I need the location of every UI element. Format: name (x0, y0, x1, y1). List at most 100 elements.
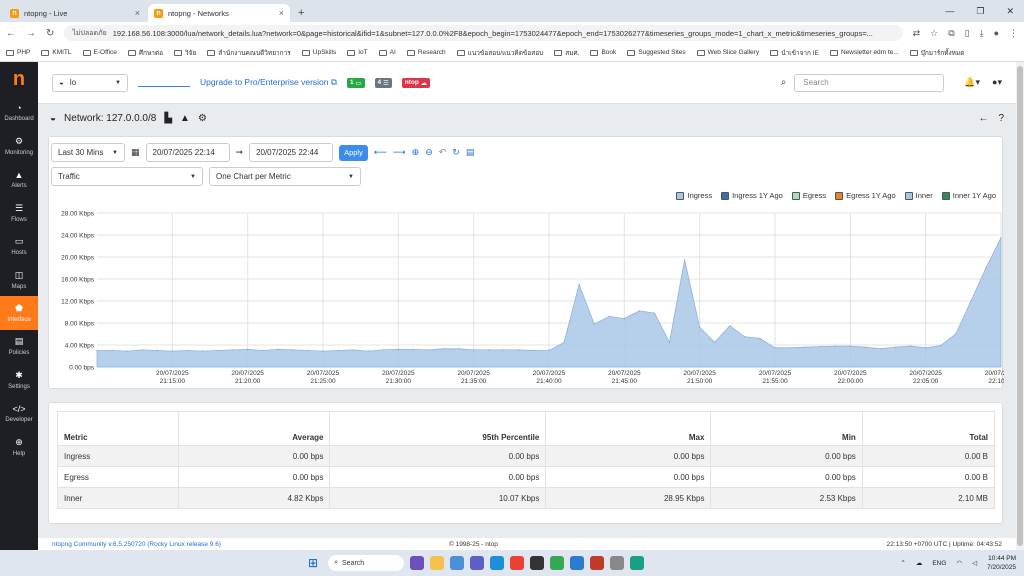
back-arrow-icon[interactable]: ← (978, 113, 988, 124)
download-icon[interactable]: ⤓ (980, 28, 984, 39)
url-input[interactable]: ไม่ปลอดภัย 192.168.56.108:3000/lua/netwo… (64, 25, 903, 41)
download-file-icon[interactable]: ▤ (466, 147, 475, 158)
wifi-icon[interactable]: ◠ (956, 559, 962, 567)
bookmark-item[interactable]: บุ๊กมาร์กทั้งหมด (909, 48, 964, 58)
page-scrollbar[interactable] (1016, 62, 1024, 550)
bookmark-item[interactable]: วิจัย (174, 48, 196, 58)
upgrade-link[interactable]: Upgrade to Pro/Enterprise version ⧉ (200, 77, 337, 88)
app-icon[interactable] (610, 556, 625, 570)
bookmark-item[interactable]: KMITL (41, 49, 72, 56)
teams-icon[interactable] (470, 556, 485, 570)
traffic-chart[interactable]: 0.00 bps 4.00 Kbps 8.00 Kbps 12.00 Kbps 16.0… (49, 201, 1004, 389)
new-tab-icon[interactable]: + (298, 7, 304, 19)
bookmark-item[interactable]: นำเข้าจาก IE (770, 48, 819, 58)
not-secure-label[interactable]: ไม่ปลอดภัย (72, 28, 106, 39)
undo-icon[interactable]: ↶ (439, 147, 447, 158)
app-icon[interactable] (630, 556, 645, 570)
search-input[interactable]: Search (794, 73, 945, 92)
language-indicator[interactable]: ENG (932, 560, 946, 567)
ntop-cloud-badge[interactable]: ntop ☁ (401, 77, 431, 88)
sidebar-item-policies[interactable]: ▤ Policies (0, 330, 38, 363)
bookmark-item[interactable]: UpSkills (301, 49, 336, 56)
bookmark-item[interactable]: Newsletter edm te... (829, 49, 899, 56)
maximize-icon[interactable]: ❐ (976, 6, 984, 17)
minimize-icon[interactable]: — (945, 6, 954, 17)
sidebar-item-hosts[interactable]: ▭ Hosts (0, 230, 38, 263)
clock[interactable]: 10:44 PM 7/20/2025 (987, 554, 1016, 572)
chart-mode-select[interactable]: One Chart per Metric ▼ (209, 167, 361, 186)
volume-icon[interactable]: ◁ (972, 559, 977, 567)
shift-left-icon[interactable]: ⟵ (374, 147, 387, 158)
translate-icon[interactable]: ⇄ (913, 28, 921, 39)
reload-icon[interactable]: ↻ (46, 28, 54, 39)
calendar-icon[interactable]: ▦ (131, 147, 140, 158)
bookmark-item[interactable]: ศึกษาต่อ (127, 48, 163, 58)
app-icon[interactable] (590, 556, 605, 570)
profile-icon[interactable]: ● (994, 28, 999, 39)
app-icon[interactable] (550, 556, 565, 570)
time-range-select[interactable]: Last 30 Mins ▼ (51, 143, 125, 162)
legend-item[interactable]: Ingress (676, 191, 712, 200)
bookmark-item[interactable]: สมศ. (554, 48, 579, 58)
browser-tab-networks[interactable]: n ntopng - Networks × (148, 4, 290, 22)
hosts-badge[interactable]: 1 ▭ (346, 77, 365, 88)
date-end-input[interactable]: 20/07/2025 22:44 (249, 143, 334, 162)
search-icon[interactable]: ⌕ (781, 77, 787, 88)
chrome-icon[interactable] (510, 556, 525, 570)
user-icon[interactable]: ●▾ (992, 77, 1002, 88)
apply-button[interactable]: Apply (339, 144, 368, 161)
bookmark-item[interactable]: IoT (347, 49, 368, 56)
bookmark-item[interactable]: Suggested Sites (627, 49, 686, 56)
alert-icon[interactable]: ▲ (180, 113, 190, 124)
bookmark-item[interactable]: Web Slice Gallery (696, 49, 759, 56)
zoom-in-icon[interactable]: ⊕ (412, 147, 420, 158)
dell-icon[interactable] (530, 556, 545, 570)
bookmark-item[interactable]: E-Office (82, 49, 117, 56)
forward-icon[interactable]: → (26, 28, 36, 39)
windows-start-icon[interactable]: ⊞ (308, 556, 318, 570)
ntop-logo[interactable]: n (0, 62, 38, 96)
tray-chevron-icon[interactable]: ⌃ (900, 559, 905, 567)
sidebar-item-dashboard[interactable]: ◔ Dashboard (0, 96, 38, 129)
legend-item[interactable]: Ingress 1Y Ago (721, 191, 783, 200)
date-begin-input[interactable]: 20/07/2025 22:14 (145, 143, 230, 162)
sidebar-item-interface[interactable]: ⬟ Interface (0, 296, 38, 330)
gear-icon[interactable]: ⚙ (198, 113, 207, 124)
bookmark-item[interactable]: AI (378, 49, 396, 56)
zoom-out-icon[interactable]: ⊖ (425, 147, 433, 158)
flows-badge[interactable]: 4 ☰ (374, 77, 392, 88)
shift-right-icon[interactable]: ⟶ (393, 147, 406, 158)
sidebar-item-alerts[interactable]: ▲ Alerts (0, 163, 38, 196)
bookmark-item[interactable]: PHP (6, 49, 30, 56)
version-link[interactable]: ntopng Community v.6.5.250720 (Rocky Lin… (52, 541, 221, 548)
legend-item[interactable]: Inner 1Y Ago (941, 191, 996, 200)
extensions-icon[interactable]: ⧉ (948, 28, 954, 39)
vscode-icon[interactable] (570, 556, 585, 570)
sidebar-item-monitoring[interactable]: ⚙ Monitoring (0, 129, 38, 162)
menu-icon[interactable]: ⋮ (1009, 28, 1018, 39)
task-view-icon[interactable] (410, 556, 425, 570)
bookmark-item[interactable]: Research (406, 49, 446, 56)
sidebar-item-settings[interactable]: ✱ Settings (0, 363, 38, 396)
sidebar-item-flows[interactable]: ☰ Flows (0, 196, 38, 229)
bookmark-item[interactable]: สำนักงานคณบดีวิทยาการ (207, 48, 291, 58)
interface-select[interactable]: ◒ lo ▼ (52, 73, 128, 92)
file-explorer-icon[interactable] (430, 556, 445, 570)
sidebar-item-developer[interactable]: </> Developer (0, 397, 38, 430)
cloud-icon[interactable]: ☁ (916, 559, 923, 567)
back-icon[interactable]: ← (6, 28, 16, 39)
taskbar-search[interactable]: ⌕ Search (328, 555, 405, 571)
refresh-icon[interactable]: ↻ (452, 147, 460, 158)
sidepanel-icon[interactable]: ▯ (965, 28, 970, 39)
chart-icon[interactable]: ▙ (164, 113, 172, 124)
legend-item[interactable]: Inner (904, 191, 933, 200)
edge-icon[interactable] (490, 556, 505, 570)
star-icon[interactable]: ☆ (930, 28, 938, 39)
window-close-icon[interactable]: ✕ (1006, 6, 1014, 17)
sidebar-item-maps[interactable]: ◫ Maps (0, 263, 38, 296)
metric-group-select[interactable]: Traffic ▼ (51, 167, 203, 186)
bookmark-item[interactable]: แนวข้อสอบ/แนวคิดข้อสอบ (456, 48, 543, 58)
close-icon[interactable]: × (279, 8, 284, 18)
help-icon[interactable]: ? (998, 113, 1004, 124)
bookmark-item[interactable]: Book (590, 49, 616, 56)
